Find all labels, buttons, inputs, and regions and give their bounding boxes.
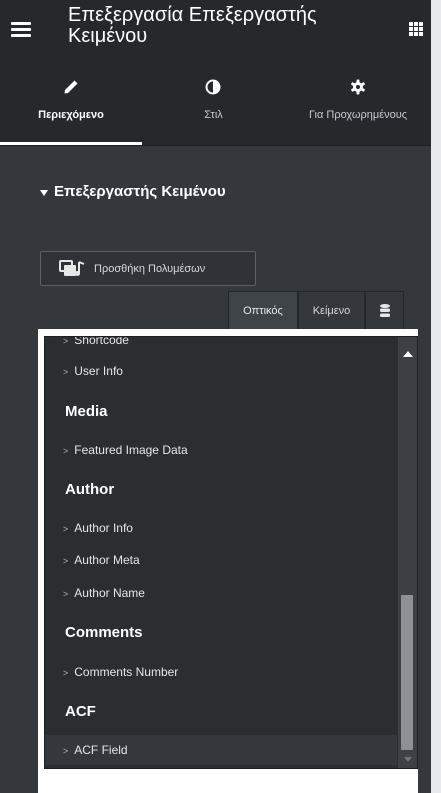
database-icon — [380, 304, 390, 317]
gear-icon — [351, 79, 365, 95]
tab-style[interactable]: Στιλ — [142, 57, 285, 145]
list-item[interactable]: > User Info — [45, 356, 397, 386]
tab-text[interactable]: Κείμενο — [298, 291, 365, 329]
list-item[interactable]: > Comments Number — [45, 657, 397, 687]
grid-icon[interactable] — [409, 22, 423, 36]
list-item[interactable]: > Author Name — [45, 578, 397, 608]
panel-title: Επεξεργασία Επεξεργαστής Κειμένου — [68, 4, 317, 47]
scroll-down-arrow[interactable] — [404, 757, 412, 762]
add-media-button[interactable]: Προσθήκη Πολυμέσων — [40, 251, 256, 286]
tabs-divider — [0, 145, 431, 146]
list-item[interactable]: > Author Info — [45, 513, 397, 543]
editor-panel: Επεξεργασία Επεξεργαστής Κειμένου Περιεχ… — [0, 0, 431, 793]
media-icon — [59, 260, 85, 276]
tab-content-label: Περιεχόμενο — [38, 109, 104, 121]
hamburger-icon[interactable] — [11, 22, 31, 38]
group-heading-media: Media — [65, 403, 108, 420]
panel-tabs: Περιεχόμενο Στιλ Για Προχωρημένους — [0, 57, 431, 145]
list-item[interactable]: > ACF Field — [45, 735, 397, 765]
pencil-icon — [64, 80, 78, 94]
dynamic-tags-dropdown: > Shortcode > User Info Media > Featured Im… — [44, 336, 418, 769]
list-item[interactable]: > Author Meta — [45, 545, 397, 575]
group-heading-author: Author — [65, 481, 115, 498]
group-heading-acf: ACF — [65, 703, 96, 720]
tab-visual[interactable]: Οπτικός — [228, 291, 298, 329]
add-media-label: Προσθήκη Πολυμέσων — [94, 263, 206, 275]
tab-content[interactable]: Περιεχόμενο — [0, 57, 142, 145]
dropdown-scrollbar[interactable] — [398, 337, 417, 768]
tab-advanced[interactable]: Για Προχωρημένους — [285, 57, 431, 145]
dynamic-tags-button[interactable] — [365, 291, 404, 329]
caret-down-icon[interactable] — [40, 190, 48, 196]
list-item[interactable]: > Featured Image Data — [45, 435, 397, 465]
preview-edge — [431, 0, 441, 793]
editor-mode-tabs: Οπτικός Κείμενο — [228, 291, 404, 329]
section-title[interactable]: Επεξεργαστής Κειμένου — [54, 183, 226, 200]
group-heading-comments: Comments — [65, 624, 143, 641]
tab-style-label: Στιλ — [204, 109, 223, 121]
contrast-icon — [205, 79, 221, 95]
scroll-up-arrow[interactable] — [403, 351, 413, 357]
list-item[interactable]: > Shortcode — [45, 337, 397, 355]
scroll-thumb[interactable] — [401, 595, 413, 750]
panel-header: Επεξεργασία Επεξεργαστής Κειμένου — [0, 0, 431, 57]
tab-advanced-label: Για Προχωρημένους — [308, 109, 408, 121]
